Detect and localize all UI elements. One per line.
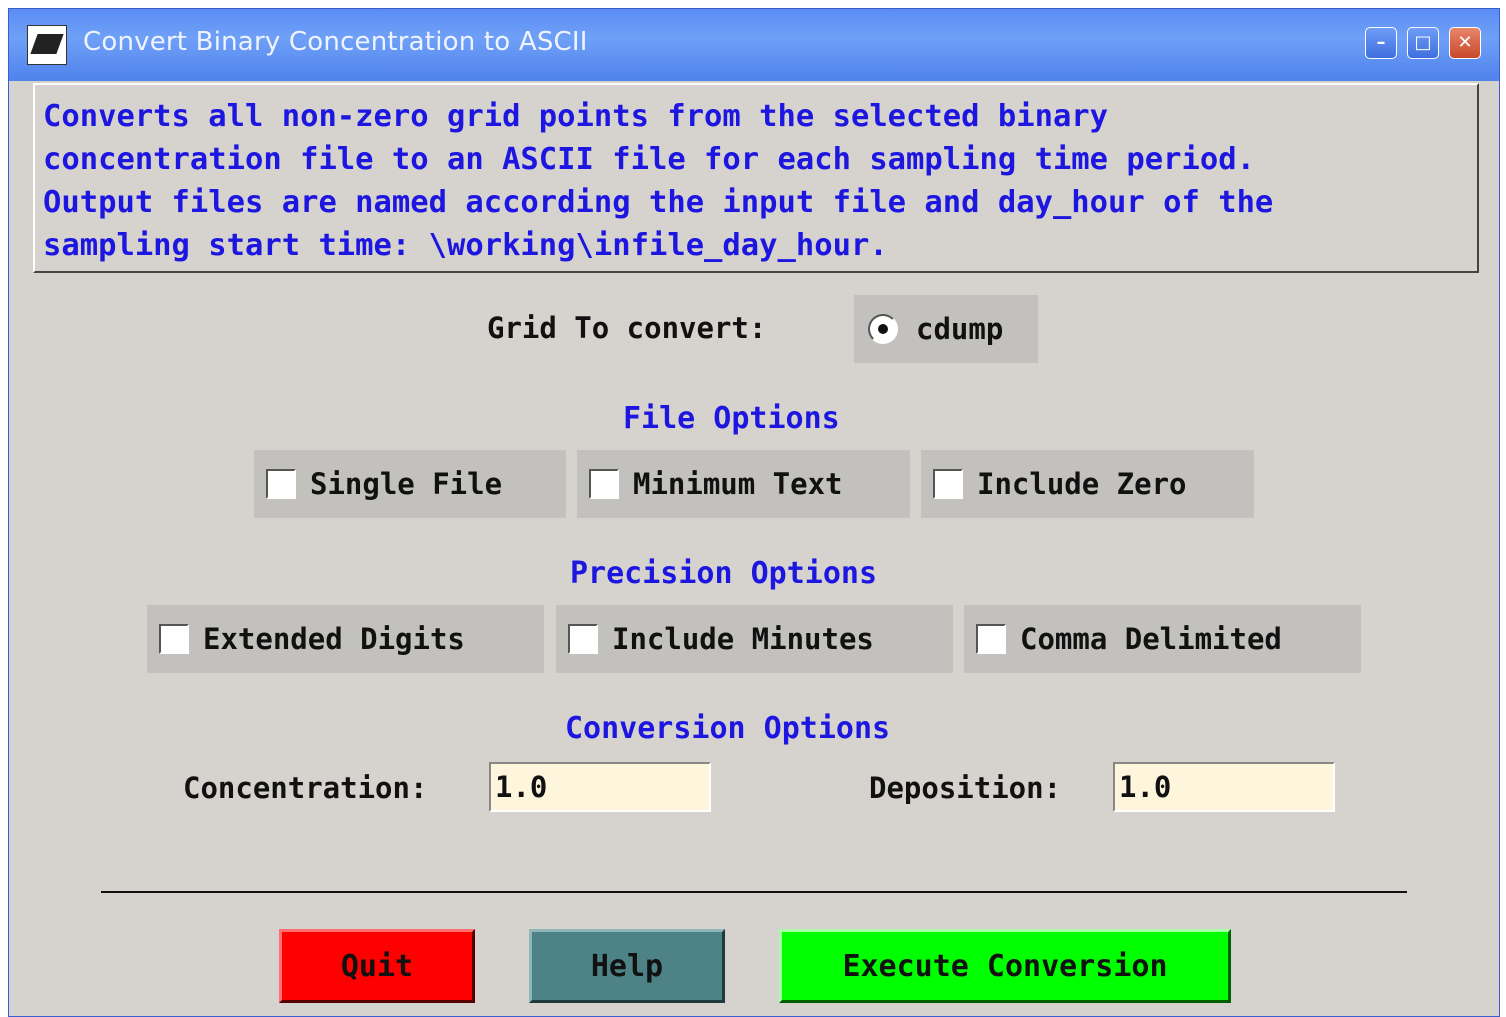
deposition-label: Deposition: (869, 771, 1062, 805)
precision-options-heading: Precision Options (570, 556, 878, 591)
minimize-button[interactable]: – (1365, 27, 1397, 59)
concentration-label: Concentration: (183, 771, 428, 805)
convert-window: Convert Binary Concentration to ASCII – … (8, 8, 1500, 1017)
deposition-input[interactable]: 1.0 (1113, 762, 1335, 812)
option-extended-digits[interactable]: Extended Digits (147, 605, 544, 673)
option-comma-delimited[interactable]: Comma Delimited (964, 605, 1361, 673)
execute-conversion-button[interactable]: Execute Conversion (779, 929, 1231, 1003)
maximize-button[interactable]: □ (1407, 27, 1439, 59)
checkbox[interactable] (159, 624, 189, 654)
grid-label: Grid To convert: (487, 311, 767, 345)
window-title: Convert Binary Concentration to ASCII (83, 27, 588, 57)
close-button[interactable]: ✕ (1449, 27, 1481, 59)
option-minimum-text[interactable]: Minimum Text (577, 450, 910, 518)
separator (101, 891, 1407, 893)
checkbox[interactable] (266, 469, 296, 499)
radio-button[interactable] (868, 314, 898, 344)
file-options-heading: File Options (623, 401, 840, 436)
quit-button[interactable]: Quit (279, 929, 475, 1003)
checkbox[interactable] (933, 469, 963, 499)
conversion-options-heading: Conversion Options (565, 711, 891, 746)
grid-option-cdump[interactable]: cdump (854, 295, 1038, 363)
option-label: Single File (310, 467, 503, 501)
option-label: Minimum Text (633, 467, 843, 501)
option-include-minutes[interactable]: Include Minutes (556, 605, 953, 673)
app-icon (27, 25, 67, 65)
checkbox[interactable] (568, 624, 598, 654)
option-label: Include Minutes (612, 622, 874, 656)
option-include-zero[interactable]: Include Zero (921, 450, 1254, 518)
description-panel: Converts all non-zero grid points from t… (33, 83, 1479, 273)
grid-option-label: cdump (916, 312, 1004, 346)
option-label: Include Zero (977, 467, 1187, 501)
option-label: Comma Delimited (1020, 622, 1282, 656)
checkbox[interactable] (589, 469, 619, 499)
title-bar[interactable]: Convert Binary Concentration to ASCII – … (9, 9, 1499, 81)
option-label: Extended Digits (203, 622, 465, 656)
checkbox[interactable] (976, 624, 1006, 654)
help-button[interactable]: Help (529, 929, 725, 1003)
option-single-file[interactable]: Single File (254, 450, 566, 518)
concentration-input[interactable]: 1.0 (489, 762, 711, 812)
description-text: Converts all non-zero grid points from t… (43, 99, 1274, 263)
